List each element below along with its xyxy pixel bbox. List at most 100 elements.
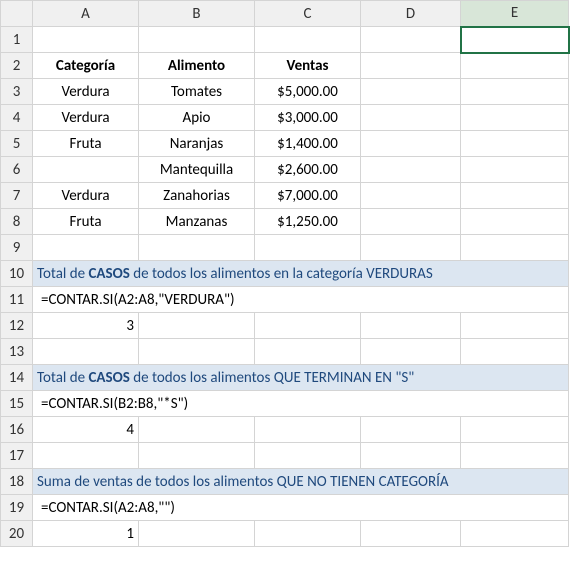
- cell-D7[interactable]: [361, 183, 461, 209]
- cell-E4[interactable]: [461, 105, 569, 131]
- cell-C4[interactable]: $3,000.00: [255, 105, 361, 131]
- cell-E3[interactable]: [461, 79, 569, 105]
- row-header-12[interactable]: 12: [1, 313, 33, 339]
- cell-A1[interactable]: [33, 27, 139, 53]
- cell-A5[interactable]: Fruta: [33, 131, 139, 157]
- cell-C7[interactable]: $7,000.00: [255, 183, 361, 209]
- col-header-A[interactable]: A: [33, 1, 139, 27]
- cell-A13[interactable]: [33, 339, 139, 365]
- cell-A9[interactable]: [33, 235, 139, 261]
- cell-C12[interactable]: [255, 313, 361, 339]
- cell-E17[interactable]: [461, 443, 569, 469]
- cell-B7[interactable]: Zanahorias: [139, 183, 255, 209]
- cell-E20[interactable]: [461, 521, 569, 547]
- row-header-13[interactable]: 13: [1, 339, 33, 365]
- cell-D6[interactable]: [361, 157, 461, 183]
- cell-E1[interactable]: [461, 27, 569, 53]
- cell-C20[interactable]: [255, 521, 361, 547]
- cell-C8[interactable]: $1,250.00: [255, 209, 361, 235]
- cell-C17[interactable]: [255, 443, 361, 469]
- row-header-18[interactable]: 18: [1, 469, 33, 495]
- row-header-5[interactable]: 5: [1, 131, 33, 157]
- cell-B13[interactable]: [139, 339, 255, 365]
- row-header-9[interactable]: 9: [1, 235, 33, 261]
- cell-D13[interactable]: [361, 339, 461, 365]
- cell-E9[interactable]: [461, 235, 569, 261]
- cell-A7[interactable]: Verdura: [33, 183, 139, 209]
- cell-B4[interactable]: Apio: [139, 105, 255, 131]
- banner-3[interactable]: Suma de ventas de todos los alimentos QU…: [33, 469, 569, 495]
- cell-B2[interactable]: Alimento: [139, 53, 255, 79]
- col-header-E[interactable]: E: [461, 1, 569, 27]
- cell-C13[interactable]: [255, 339, 361, 365]
- cell-A6[interactable]: [33, 157, 139, 183]
- cell-C1[interactable]: [255, 27, 361, 53]
- cell-D1[interactable]: [361, 27, 461, 53]
- cell-D8[interactable]: [361, 209, 461, 235]
- cell-B3[interactable]: Tomates: [139, 79, 255, 105]
- row-header-10[interactable]: 10: [1, 261, 33, 287]
- col-header-C[interactable]: C: [255, 1, 361, 27]
- row-header-6[interactable]: 6: [1, 157, 33, 183]
- result-3[interactable]: 1: [33, 521, 139, 547]
- cell-C5[interactable]: $1,400.00: [255, 131, 361, 157]
- formula-2[interactable]: =CONTAR.SI(B2:B8,"*S"): [33, 391, 569, 417]
- row-header-16[interactable]: 16: [1, 417, 33, 443]
- col-header-B[interactable]: B: [139, 1, 255, 27]
- col-header-D[interactable]: D: [361, 1, 461, 27]
- cell-B8[interactable]: Manzanas: [139, 209, 255, 235]
- cell-D3[interactable]: [361, 79, 461, 105]
- cell-A17[interactable]: [33, 443, 139, 469]
- cell-B16[interactable]: [139, 417, 255, 443]
- formula-1[interactable]: =CONTAR.SI(A2:A8,"VERDURA"): [33, 287, 569, 313]
- cell-E2[interactable]: [461, 53, 569, 79]
- row-header-8[interactable]: 8: [1, 209, 33, 235]
- result-1[interactable]: 3: [33, 313, 139, 339]
- cell-C3[interactable]: $5,000.00: [255, 79, 361, 105]
- cell-B17[interactable]: [139, 443, 255, 469]
- cell-C6[interactable]: $2,600.00: [255, 157, 361, 183]
- cell-D12[interactable]: [361, 313, 461, 339]
- row-header-11[interactable]: 11: [1, 287, 33, 313]
- cell-C9[interactable]: [255, 235, 361, 261]
- cell-D9[interactable]: [361, 235, 461, 261]
- cell-A8[interactable]: Fruta: [33, 209, 139, 235]
- cell-B9[interactable]: [139, 235, 255, 261]
- banner-2[interactable]: Total de CASOS de todos los alimentos QU…: [33, 365, 569, 391]
- cell-D4[interactable]: [361, 105, 461, 131]
- result-2[interactable]: 4: [33, 417, 139, 443]
- formula-3[interactable]: =CONTAR.SI(A2:A8,""): [33, 495, 569, 521]
- row-header-4[interactable]: 4: [1, 105, 33, 131]
- cell-E7[interactable]: [461, 183, 569, 209]
- cell-D17[interactable]: [361, 443, 461, 469]
- row-header-1[interactable]: 1: [1, 27, 33, 53]
- cell-E8[interactable]: [461, 209, 569, 235]
- row-header-17[interactable]: 17: [1, 443, 33, 469]
- cell-C2[interactable]: Ventas: [255, 53, 361, 79]
- cell-E13[interactable]: [461, 339, 569, 365]
- row-header-3[interactable]: 3: [1, 79, 33, 105]
- row-header-19[interactable]: 19: [1, 495, 33, 521]
- cell-E6[interactable]: [461, 157, 569, 183]
- cell-D2[interactable]: [361, 53, 461, 79]
- cell-A4[interactable]: Verdura: [33, 105, 139, 131]
- select-all-corner[interactable]: [1, 1, 33, 27]
- row-header-2[interactable]: 2: [1, 53, 33, 79]
- row-header-7[interactable]: 7: [1, 183, 33, 209]
- cell-D20[interactable]: [361, 521, 461, 547]
- row-header-15[interactable]: 15: [1, 391, 33, 417]
- row-header-20[interactable]: 20: [1, 521, 33, 547]
- cell-D16[interactable]: [361, 417, 461, 443]
- cell-E12[interactable]: [461, 313, 569, 339]
- cell-B6[interactable]: Mantequilla: [139, 157, 255, 183]
- cell-D5[interactable]: [361, 131, 461, 157]
- cell-B5[interactable]: Naranjas: [139, 131, 255, 157]
- cell-A2[interactable]: Categoría: [33, 53, 139, 79]
- cell-B20[interactable]: [139, 521, 255, 547]
- cell-C16[interactable]: [255, 417, 361, 443]
- cell-B12[interactable]: [139, 313, 255, 339]
- cell-B1[interactable]: [139, 27, 255, 53]
- cell-E5[interactable]: [461, 131, 569, 157]
- banner-1[interactable]: Total de CASOS de todos los alimentos en…: [33, 261, 569, 287]
- cell-A3[interactable]: Verdura: [33, 79, 139, 105]
